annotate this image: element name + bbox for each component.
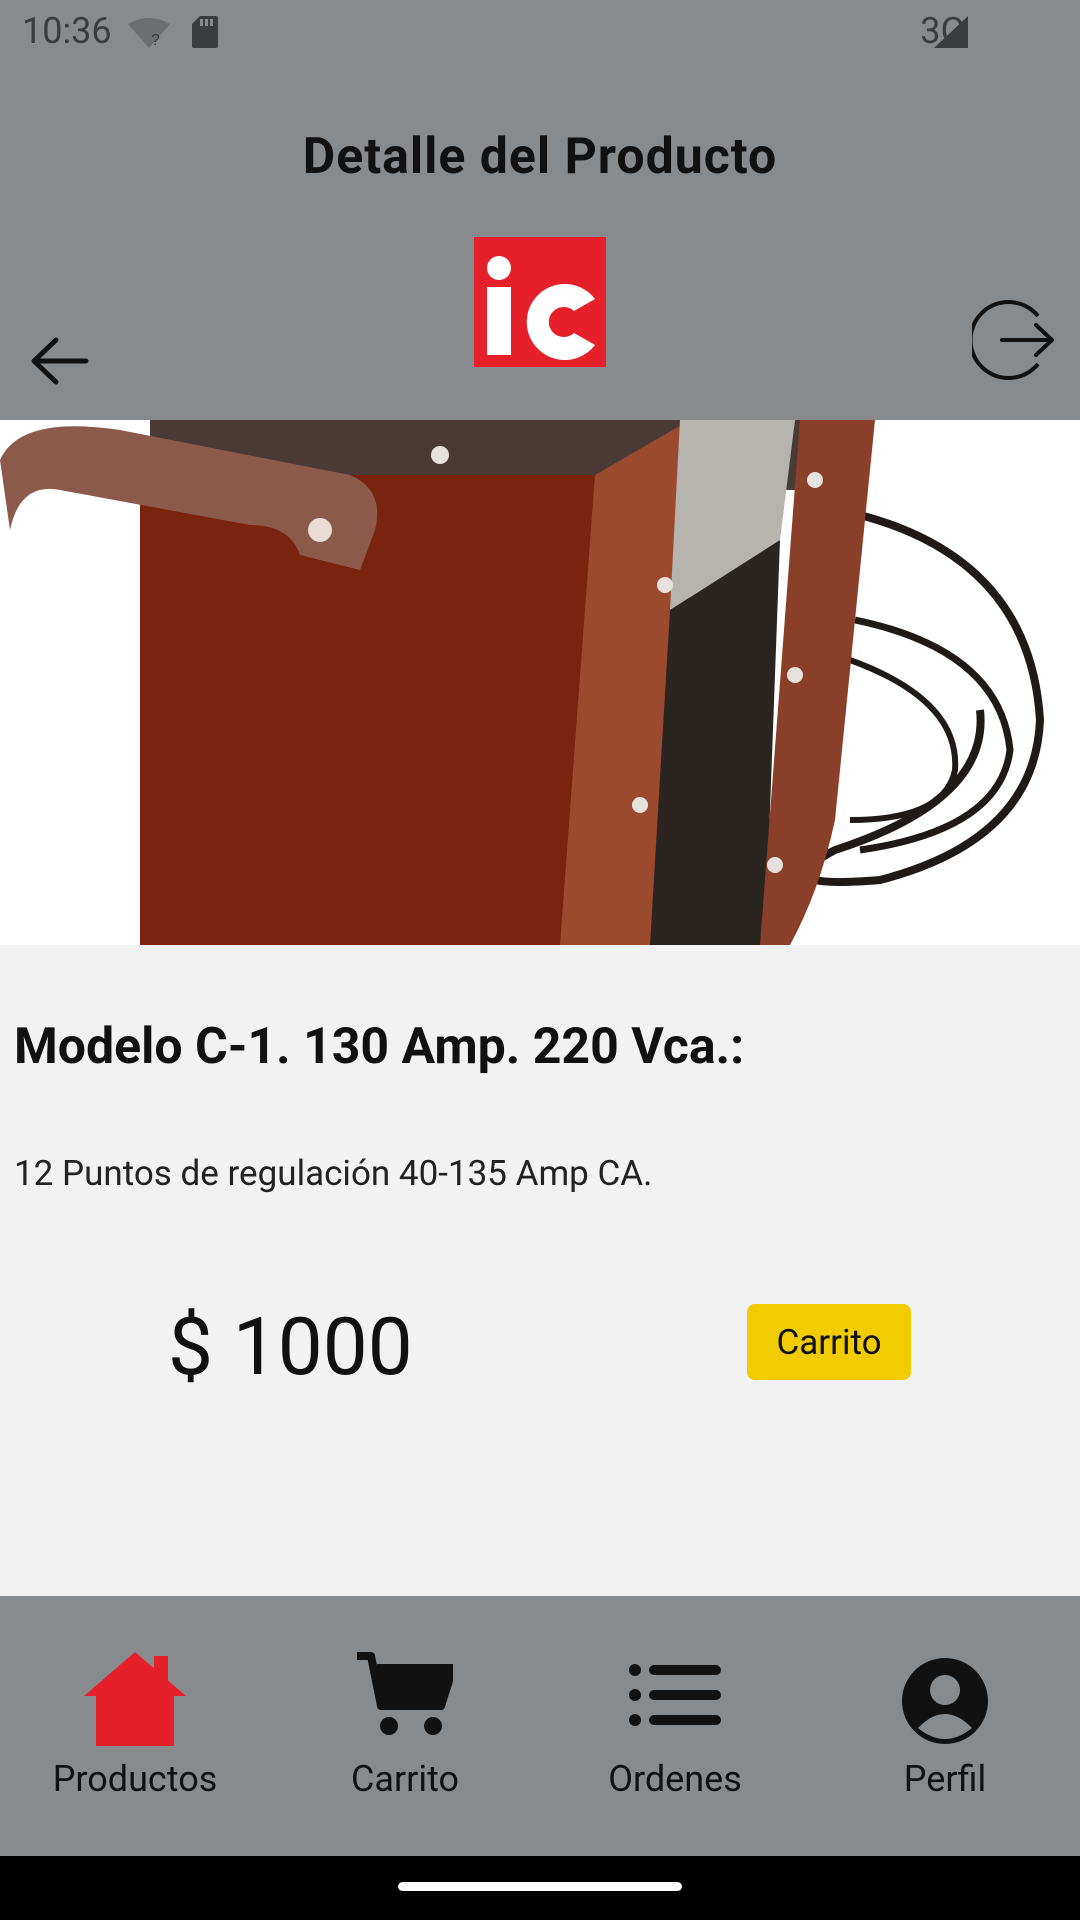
back-arrow-icon[interactable] (28, 334, 90, 388)
nav-label: Productos (52, 1758, 218, 1800)
product-image (0, 420, 1080, 945)
svg-text:?: ? (151, 32, 160, 48)
add-to-cart-button[interactable]: Carrito (747, 1304, 911, 1380)
nav-label: Ordenes (608, 1758, 742, 1800)
bottom-navigation: Productos Carrito Ordenes Perfil (0, 1596, 1080, 1856)
nav-item-perfil[interactable]: Perfil (810, 1596, 1080, 1856)
product-price: $ 1000 (168, 1300, 413, 1394)
app-header: 10:36 ? 3G Detalle del Producto (0, 0, 1080, 420)
logout-icon[interactable] (972, 298, 1056, 382)
home-gesture-handle[interactable] (398, 1882, 682, 1891)
nav-item-productos[interactable]: Productos (0, 1596, 270, 1856)
nav-label: Perfil (903, 1758, 987, 1800)
system-navigation-bar (0, 1856, 1080, 1920)
page-title: Detalle del Producto (302, 128, 778, 186)
signal-icon (934, 16, 968, 48)
nav-item-ordenes[interactable]: Ordenes (540, 1596, 810, 1856)
status-time: 10:36 (22, 10, 112, 52)
brand-logo (474, 237, 606, 367)
list-icon (629, 1664, 721, 1726)
sd-card-icon (192, 16, 218, 48)
status-bar: 10:36 ? 3G (0, 0, 1080, 64)
product-name: Modelo C-1. 130 Amp. 220 Vca.: (14, 1018, 745, 1076)
nav-label: Carrito (350, 1758, 460, 1800)
home-icon (84, 1652, 186, 1746)
cart-icon (357, 1652, 453, 1735)
nav-item-carrito[interactable]: Carrito (270, 1596, 540, 1856)
wifi-icon: ? (128, 18, 170, 48)
account-icon (902, 1658, 988, 1744)
product-description: 12 Puntos de regulación 40-135 Amp CA. (14, 1153, 653, 1194)
